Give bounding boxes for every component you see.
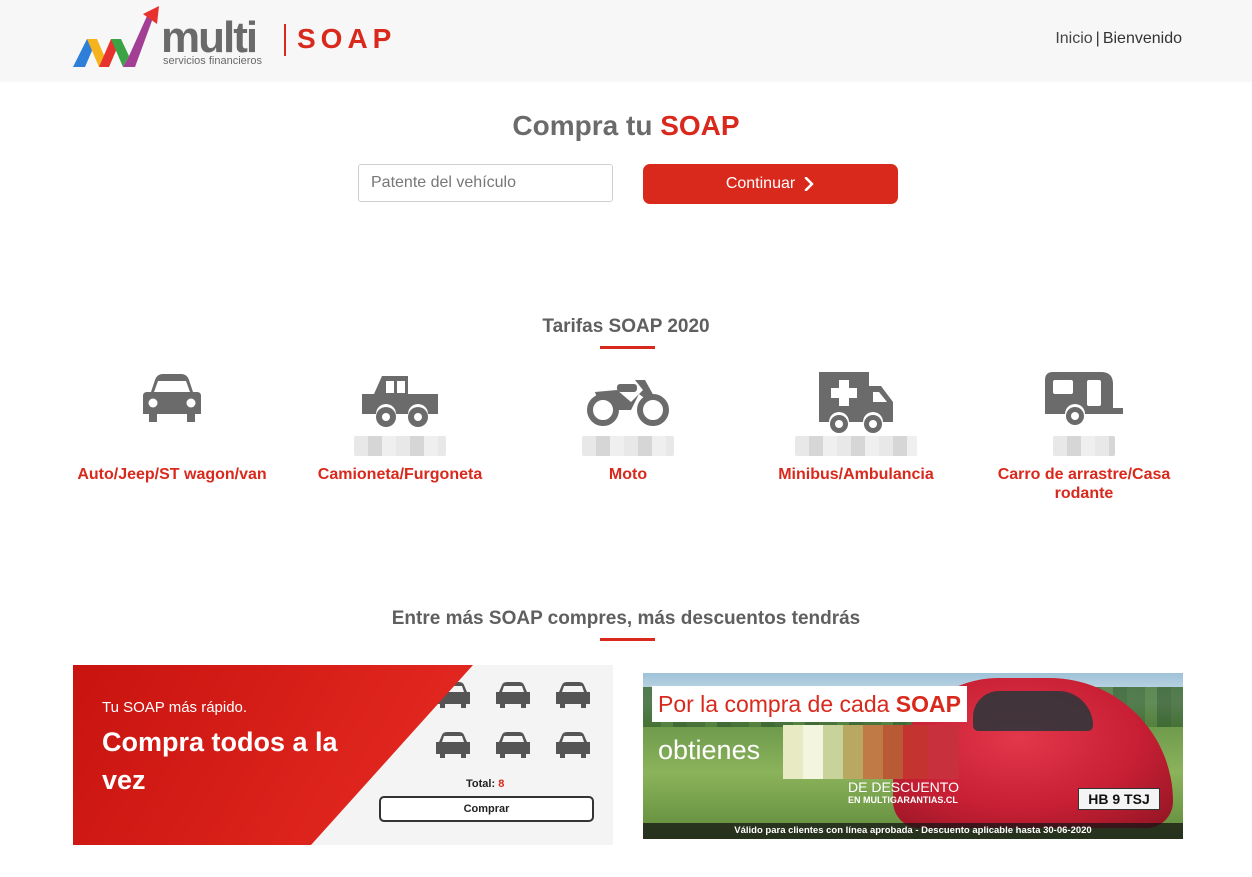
pickup-truck-icon bbox=[362, 376, 438, 427]
total-label: Total: bbox=[466, 778, 496, 790]
plate-input[interactable] bbox=[358, 164, 613, 202]
mini-car-icon bbox=[553, 729, 593, 761]
caravan-icon bbox=[1045, 372, 1123, 425]
vehicle-card-auto[interactable]: Auto/Jeep/ST wagon/van bbox=[58, 368, 286, 518]
continue-label: Continuar bbox=[725, 175, 796, 192]
title-accent: SOAP bbox=[660, 110, 740, 141]
headline-prefix: Por la compra de cada bbox=[658, 691, 890, 717]
banner-buy-button[interactable]: Comprar bbox=[379, 796, 594, 822]
title-prefix: Compra tu bbox=[512, 110, 653, 141]
banner-url: EN MULTIGARANTIAS.CL bbox=[848, 795, 958, 805]
banner-subtitle: Tu SOAP más rápido. bbox=[102, 699, 248, 716]
banner-headline: Compra todos a la vez bbox=[102, 727, 338, 795]
banner-total: Total: 8 bbox=[466, 778, 504, 790]
mini-car-icon bbox=[493, 679, 533, 711]
total-value: 8 bbox=[498, 778, 505, 790]
ambulance-icon bbox=[819, 372, 893, 433]
mini-car-icon bbox=[493, 729, 533, 761]
discounts-title: Entre más SOAP compres, más descuentos t… bbox=[391, 608, 861, 629]
headline-accent: SOAP bbox=[895, 691, 961, 717]
vehicle-card-carro[interactable]: Carro de arrastre/Casa rodante bbox=[970, 368, 1198, 518]
price-redacted bbox=[795, 436, 917, 456]
tariffs-underline bbox=[600, 346, 655, 349]
vehicle-label: Camioneta/Furgoneta bbox=[317, 466, 483, 483]
vehicle-card-minibus[interactable]: Minibus/Ambulancia bbox=[742, 368, 970, 518]
vehicle-card-moto[interactable]: Moto bbox=[514, 368, 742, 518]
price-redacted bbox=[582, 436, 674, 456]
multi-logo[interactable]: multi servicios financieros bbox=[73, 6, 273, 70]
nav-welcome: Bienvenido bbox=[1102, 30, 1182, 47]
promo-banner-discount[interactable]: HB 9 TSJ Por la compra de cada SOAP obti… bbox=[643, 673, 1183, 839]
banner-discount-text: DE DESCUENTO bbox=[848, 779, 959, 795]
mini-car-icon bbox=[433, 729, 473, 761]
nav-separator: | bbox=[1095, 30, 1100, 47]
mini-car-icon bbox=[553, 679, 593, 711]
logo-divider bbox=[284, 24, 286, 56]
motorcycle-icon bbox=[587, 380, 669, 426]
banner-license-plate: HB 9 TSJ bbox=[1078, 788, 1160, 810]
logo-mark-icon bbox=[73, 6, 159, 67]
product-name: SOAP bbox=[297, 23, 397, 54]
discounts-underline bbox=[600, 638, 655, 641]
banner-footer: Válido para clientes con línea aprobada … bbox=[643, 823, 1183, 839]
logo-wordmark: multi bbox=[161, 13, 258, 62]
continue-button[interactable]: Continuar bbox=[643, 164, 898, 204]
banner-obtain: obtienes bbox=[658, 735, 761, 765]
car-icon bbox=[143, 374, 201, 422]
price-redacted bbox=[354, 436, 446, 456]
vehicle-label: Moto bbox=[608, 466, 648, 483]
price-redacted bbox=[1053, 436, 1115, 456]
banner-headline: Por la compra de cada SOAP bbox=[652, 686, 967, 722]
chevron-right-icon bbox=[804, 177, 814, 191]
page-title: Compra tu SOAP bbox=[0, 108, 1252, 144]
banner-car-window bbox=[973, 691, 1093, 731]
discount-redacted bbox=[783, 725, 959, 779]
site-header: multi servicios financieros SOAP Inicio |… bbox=[0, 0, 1252, 82]
vehicle-label: Minibus/Ambulancia bbox=[778, 466, 934, 483]
top-nav: Inicio | Bienvenido bbox=[1055, 30, 1182, 48]
nav-link-inicio[interactable]: Inicio bbox=[1055, 30, 1092, 47]
vehicle-label: Carro de arrastre/Casa rodante bbox=[997, 466, 1171, 502]
logo-subtitle: servicios financieros bbox=[163, 55, 263, 67]
promo-banner-buy-all[interactable]: Tu SOAP más rápido. Compra todos a la ve… bbox=[73, 665, 613, 845]
tariffs-title: Tarifas SOAP 2020 bbox=[542, 316, 710, 337]
vehicle-label: Auto/Jeep/ST wagon/van bbox=[77, 466, 267, 483]
vehicle-card-camioneta[interactable]: Camioneta/Furgoneta bbox=[286, 368, 514, 518]
